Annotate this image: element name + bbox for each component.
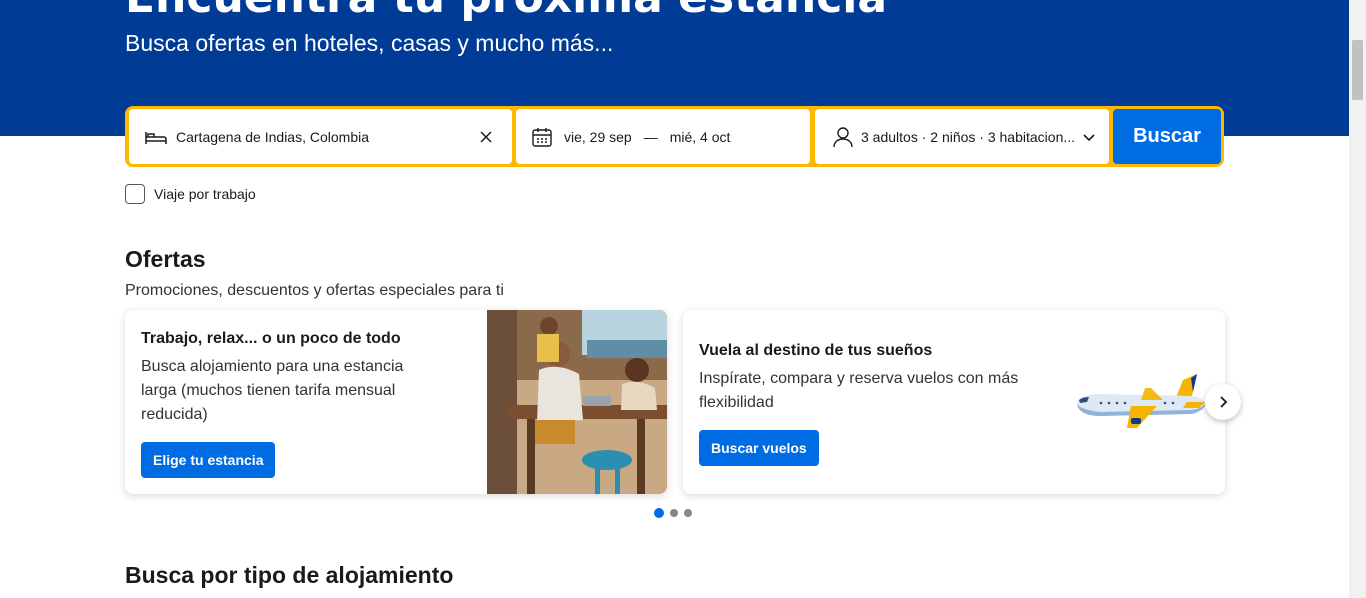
close-icon [480, 130, 492, 143]
guests-field[interactable]: 3 adultos · 2 niños · 3 habitacion... [815, 109, 1109, 164]
carousel-dot-1[interactable] [654, 508, 664, 518]
offers-subtitle: Promociones, descuentos y ofertas especi… [125, 282, 504, 299]
bed-icon [144, 125, 168, 149]
carousel-pagination [654, 508, 692, 518]
hero-title: Encuentra tu próxima estancia [125, 0, 887, 26]
destination-value: Cartagena de Indias, Colombia [176, 128, 370, 145]
checkout-date: mié, 4 oct [669, 128, 731, 145]
offer-card-text: Busca alojamiento para una estancia larg… [141, 358, 404, 423]
airplane-illustration [1077, 374, 1205, 428]
date-separator: — [643, 128, 658, 145]
offer-photo-people-working [487, 310, 667, 494]
search-bar: Cartagena de Indias, Colombia vie, 29 se… [125, 106, 1224, 167]
offer-card-text: Inspírate, compara y reserva vuelos con … [699, 370, 1019, 411]
destination-field[interactable]: Cartagena de Indias, Colombia [129, 109, 512, 164]
offers-title: Ofertas [125, 246, 206, 272]
carousel-next-button[interactable] [1205, 384, 1241, 420]
choose-stay-button[interactable]: Elige tu estancia [141, 442, 276, 478]
property-types-title: Busca por tipo de alojamiento [125, 562, 454, 588]
clear-destination-button[interactable] [474, 125, 498, 149]
carousel-dot-2[interactable] [670, 509, 678, 517]
checkin-date: vie, 29 sep [564, 128, 632, 145]
offer-card-title: Vuela al destino de tus sueños [699, 342, 933, 359]
work-trip-label: Viaje por trabajo [154, 186, 256, 202]
search-flights-button[interactable]: Buscar vuelos [699, 430, 819, 466]
date-field[interactable]: vie, 29 sep — mié, 4 oct [516, 109, 810, 164]
page-scrollbar[interactable] [1349, 0, 1366, 598]
offer-card-long-stay: Trabajo, relax... o un poco de todo Busc… [125, 310, 667, 494]
work-trip-checkbox[interactable] [125, 184, 145, 204]
search-button[interactable]: Buscar [1113, 109, 1221, 164]
carousel-dot-3[interactable] [684, 509, 692, 517]
hero-subtitle: Busca ofertas en hoteles, casas y mucho … [125, 30, 614, 56]
guests-value: 3 adultos · 2 niños · 3 habitacion... [861, 128, 1076, 145]
offer-card-title: Trabajo, relax... o un poco de todo [141, 330, 401, 347]
chevron-down-icon [1083, 129, 1095, 145]
scrollbar-thumb[interactable] [1352, 40, 1363, 100]
calendar-icon [530, 125, 554, 149]
person-icon [831, 125, 855, 149]
offer-card-flights: Vuela al destino de tus sueños Inspírate… [683, 310, 1225, 494]
chevron-right-icon [1220, 396, 1228, 408]
work-trip-option[interactable]: Viaje por trabajo [125, 184, 256, 204]
